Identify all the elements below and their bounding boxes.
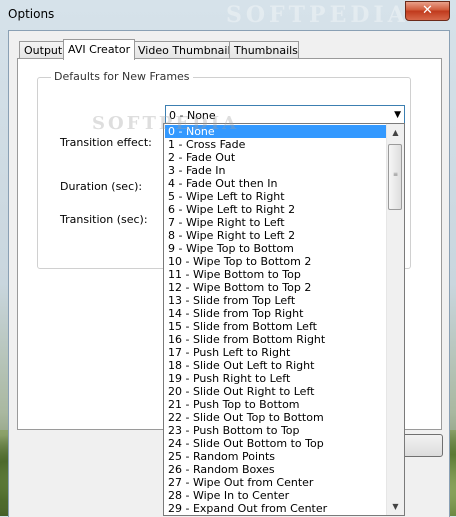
dropdown-option[interactable]: 20 - Slide Out Right to Left: [165, 385, 386, 398]
tab-avi-creator[interactable]: AVI Creator: [63, 39, 135, 60]
transition-effect-dropdown[interactable]: 0 - None 1 - Cross Fade 2 - Fade Out 3 - Fa…: [163, 123, 405, 516]
grip-icon: ≡: [393, 171, 399, 178]
arrow-up-icon[interactable]: ▲: [387, 124, 404, 141]
dropdown-option[interactable]: 24 - Slide Out Bottom to Top: [165, 437, 386, 450]
dropdown-option[interactable]: 14 - Slide from Top Right: [165, 307, 386, 320]
dropdown-option[interactable]: 9 - Wipe Top to Bottom: [165, 242, 386, 255]
duration-label: Duration (sec):: [60, 180, 143, 193]
dropdown-option[interactable]: 10 - Wipe Top to Bottom 2: [165, 255, 386, 268]
dropdown-option[interactable]: 26 - Random Boxes: [165, 463, 386, 476]
dropdown-option[interactable]: 21 - Push Top to Bottom: [165, 398, 386, 411]
watermark: SOFTPEDIA: [226, 2, 409, 28]
dropdown-option[interactable]: 29 - Expand Out from Center: [165, 502, 386, 515]
dropdown-option[interactable]: 22 - Slide Out Top to Bottom: [165, 411, 386, 424]
dropdown-option[interactable]: 7 - Wipe Right to Left: [165, 216, 386, 229]
vertical-scrollbar[interactable]: ▲ ≡ ▼: [386, 124, 404, 515]
transition-effect-label: Transition effect:: [60, 136, 152, 149]
dropdown-option[interactable]: 4 - Fade Out then In: [165, 177, 386, 190]
dropdown-option[interactable]: 3 - Fade In: [165, 164, 386, 177]
scrollbar-thumb[interactable]: ≡: [388, 144, 402, 210]
dropdown-option[interactable]: 27 - Wipe Out from Center: [165, 476, 386, 489]
dropdown-option[interactable]: 8 - Wipe Right to Left 2: [165, 229, 386, 242]
transition-label: Transition (sec):: [60, 213, 148, 226]
dropdown-option[interactable]: 17 - Push Left to Right: [165, 346, 386, 359]
tab-thumbnails[interactable]: Thumbnails: [229, 41, 299, 59]
dropdown-option[interactable]: 15 - Slide from Bottom Left: [165, 320, 386, 333]
dropdown-option[interactable]: 11 - Wipe Bottom to Top: [165, 268, 386, 281]
close-button[interactable]: ✕: [405, 1, 450, 21]
dropdown-option[interactable]: 25 - Random Points: [165, 450, 386, 463]
window-title: Options: [8, 7, 55, 21]
dropdown-option[interactable]: 6 - Wipe Left to Right 2: [165, 203, 386, 216]
dropdown-option[interactable]: 19 - Push Right to Left: [165, 372, 386, 385]
dropdown-option[interactable]: 5 - Wipe Left to Right: [165, 190, 386, 203]
group-legend: Defaults for New Frames: [51, 70, 193, 83]
chevron-down-icon[interactable]: ▼: [394, 110, 401, 120]
dropdown-option[interactable]: 23 - Push Bottom to Top: [165, 424, 386, 437]
dropdown-option[interactable]: 1 - Cross Fade: [165, 138, 386, 151]
dropdown-option[interactable]: 18 - Slide Out Left to Right: [165, 359, 386, 372]
dropdown-option[interactable]: 13 - Slide from Top Left: [165, 294, 386, 307]
arrow-down-icon[interactable]: ▼: [387, 498, 404, 515]
tab-video-thumbnails[interactable]: Video Thumbnails: [133, 41, 236, 59]
dropdown-option[interactable]: 12 - Wipe Bottom to Top 2: [165, 281, 386, 294]
tab-output[interactable]: Output: [19, 41, 65, 59]
dropdown-option[interactable]: 2 - Fade Out: [165, 151, 386, 164]
dropdown-option[interactable]: 16 - Slide from Bottom Right: [165, 333, 386, 346]
title-bar[interactable]: Options SOFTPEDIA ✕: [0, 0, 456, 28]
close-icon: ✕: [422, 3, 433, 18]
watermark-overlay: SOFTPEDIA: [92, 113, 240, 134]
dropdown-option[interactable]: 28 - Wipe In to Center: [165, 489, 386, 502]
